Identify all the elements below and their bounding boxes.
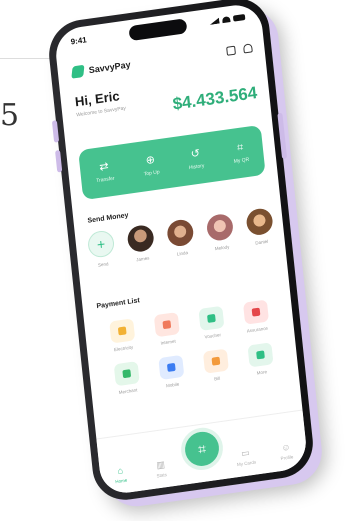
- assurance-icon: [242, 299, 269, 325]
- action-label: My QR: [233, 156, 250, 165]
- greeting: Hi, Eric Welcome to SavvyPay: [74, 87, 126, 118]
- top-up-icon: ⊕: [145, 153, 156, 167]
- nav-label: Profile: [280, 454, 294, 462]
- avatar: [126, 223, 155, 254]
- action-top-up[interactable]: ⊕ Top Up: [142, 153, 160, 177]
- payment-label: Internet: [160, 338, 176, 346]
- nav-my-cards[interactable]: ▭ My Cards: [230, 447, 262, 468]
- nav-label: Stats: [156, 472, 168, 479]
- contact-item[interactable]: Melody: [205, 212, 237, 270]
- merchant-icon: [113, 361, 140, 387]
- balance-amount: $4.433.564: [171, 83, 259, 114]
- bill-icon: [202, 348, 229, 374]
- nav-stats[interactable]: ▥ Stats: [145, 459, 177, 480]
- phone-mockup: 9:41 SavvyPay Hi, Eric Welcome to SavvyP…: [45, 0, 317, 505]
- payment-internet[interactable]: Internet: [143, 311, 191, 348]
- contact-name: Daniel: [255, 238, 269, 246]
- avatar: [205, 212, 235, 243]
- contact-item[interactable]: Daniel: [245, 207, 276, 264]
- brand: SavvyPay: [71, 58, 131, 79]
- action-my-qr[interactable]: ⌗ My QR: [232, 140, 250, 165]
- payment-grid: Electricity Internet Voucher Assurance M…: [98, 298, 284, 397]
- payment-voucher[interactable]: Voucher: [187, 304, 235, 341]
- profile-icon: ☺: [280, 441, 291, 453]
- action-label: Transfer: [95, 175, 115, 184]
- payment-label: Voucher: [204, 332, 222, 340]
- nav-label: Home: [115, 477, 128, 485]
- battery-icon: [232, 13, 246, 22]
- transfer-icon: ⇄: [98, 159, 110, 174]
- wifi-icon: [221, 16, 231, 24]
- payment-label: Assurance: [246, 325, 269, 334]
- contact-name: James: [135, 255, 150, 263]
- backdrop-text: 5: [0, 98, 20, 133]
- nav-profile[interactable]: ☺ Profile: [271, 441, 303, 462]
- action-transfer[interactable]: ⇄ Transfer: [94, 159, 115, 184]
- internet-icon: [153, 312, 180, 338]
- contact-item[interactable]: James: [126, 223, 157, 281]
- history-icon: ↺: [190, 147, 201, 161]
- contact-name: Send: [97, 261, 109, 268]
- payment-merchant[interactable]: Merchant: [103, 360, 151, 397]
- contact-name: Linda: [176, 250, 189, 257]
- mobile-icon: [157, 354, 184, 381]
- payment-label: Mobile: [165, 381, 180, 389]
- scan-icon: ⌗: [197, 439, 207, 457]
- status-icons: [209, 13, 246, 25]
- payment-label: Merchant: [118, 387, 138, 395]
- payment-bill[interactable]: Bill: [192, 347, 240, 384]
- scan-button[interactable]: ⌗: [183, 429, 221, 469]
- home-icon: ⌂: [116, 465, 124, 476]
- status-time: 9:41: [70, 34, 88, 46]
- payment-electricity[interactable]: Electricity: [98, 317, 146, 354]
- action-history[interactable]: ↺ History: [187, 147, 205, 171]
- card-icon: ▭: [240, 447, 251, 459]
- qr-icon: ⌗: [236, 140, 244, 154]
- avatar: [166, 218, 195, 248]
- bell-icon[interactable]: [242, 42, 253, 53]
- stats-icon: ▥: [155, 459, 166, 471]
- payment-label: Electricity: [113, 344, 134, 353]
- more-icon: [246, 342, 274, 368]
- add-contact-icon: +: [86, 229, 116, 259]
- nav-home[interactable]: ⌂ Home: [105, 464, 137, 485]
- quick-actions: ⇄ Transfer ⊕ Top Up ↺ History ⌗ My QR: [78, 124, 266, 201]
- nav-label: My Cards: [236, 459, 257, 468]
- action-label: Top Up: [143, 168, 160, 177]
- contact-item[interactable]: Linda: [166, 218, 197, 275]
- logo-icon: [71, 64, 85, 79]
- payment-mobile[interactable]: Mobile: [147, 353, 195, 390]
- electricity-icon: [108, 318, 135, 344]
- contact-add[interactable]: + Send: [86, 229, 118, 286]
- payment-assurance[interactable]: Assurance: [232, 298, 280, 335]
- header-icons: [226, 42, 253, 56]
- voucher-icon: [197, 305, 224, 332]
- payment-label: Bill: [213, 375, 221, 382]
- payment-more[interactable]: More: [237, 341, 285, 378]
- avatar: [245, 207, 274, 237]
- brand-name: SavvyPay: [88, 59, 131, 76]
- wallet-icon[interactable]: [226, 45, 236, 56]
- payment-label: More: [256, 369, 268, 376]
- action-label: History: [188, 162, 205, 171]
- contact-name: Melody: [214, 244, 230, 252]
- send-money-title: Send Money: [87, 212, 129, 225]
- signal-icon: [209, 18, 220, 25]
- payment-list-title: Payment List: [96, 297, 141, 311]
